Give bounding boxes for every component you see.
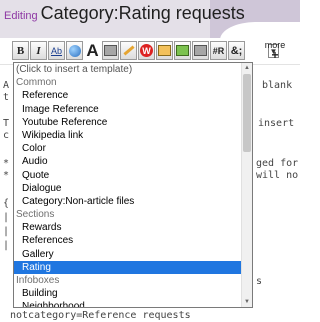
scroll-up-icon[interactable]: ▲ [242,63,252,73]
dropdown-option[interactable]: Rewards [14,221,243,234]
redirect-button[interactable]: #R [210,41,227,60]
dropdown-option[interactable]: References [14,234,243,247]
template-dropdown[interactable]: (Click to insert a template) Common Refere… [13,62,253,308]
text-line: | [3,240,10,251]
text-line: | [3,212,10,223]
scroll-down-icon[interactable]: ▼ [242,297,252,307]
template-list: (Click to insert a template) Common Refere… [14,63,243,307]
option-group-label: Common [16,77,57,89]
text-line: * [3,158,10,169]
text-line: notcategory=Reference requests [10,310,191,321]
text-line: c [3,130,10,141]
dropdown-scrollbar[interactable]: ▲ ▼ [241,63,252,307]
scroll-thumb[interactable] [243,74,251,152]
text-line: | [3,226,10,237]
title-row: Editing Category:Rating requests [4,3,245,31]
page-title: Category:Rating requests [40,3,245,23]
editing-label: Editing [4,10,38,22]
more-button[interactable]: more + [262,40,288,62]
internal-link-button[interactable]: Ab [48,41,65,60]
text-line: { [3,198,10,209]
dropdown-option[interactable]: Youtube Reference [14,116,243,129]
dropdown-option[interactable]: Wikipedia link [14,129,243,142]
plus-icon: + [271,48,279,62]
italic-button[interactable]: I [30,41,47,60]
template-icon [194,45,207,56]
text-line: t [3,92,10,103]
dropdown-option[interactable]: Neighborhood [14,300,243,307]
dropdown-option[interactable]: Color [14,142,243,155]
text-line: ged for [256,158,299,169]
text-line: insert [258,118,295,129]
pen-icon [122,45,135,56]
dropdown-option[interactable]: Dialogue [14,182,243,195]
page-header: Editing Category:Rating requests [0,0,300,40]
toolbar-buttons: B I Ab A W #R &; [12,41,245,61]
dropdown-option[interactable]: Reference [14,89,243,102]
signature-button[interactable] [120,41,137,60]
external-link-button[interactable] [66,41,83,60]
option-group-label: Infoboxes [16,275,60,286]
text-line: s [256,276,263,287]
text-line: * [3,170,10,181]
text-line: will no [256,170,299,181]
heading-button[interactable]: A [84,41,101,60]
text-line: blank [262,80,293,91]
dropdown-option[interactable]: Audio [14,155,243,168]
picture-icon [176,45,189,56]
wikipedia-button[interactable]: W [138,41,155,60]
dropdown-option[interactable]: Image Reference [14,103,243,116]
special-chars-button[interactable]: &; [228,41,245,60]
insert-picture-button[interactable] [174,41,191,60]
image-button[interactable] [102,41,119,60]
image-icon [104,45,117,56]
gallery-icon [158,45,171,56]
dropdown-placeholder[interactable]: (Click to insert a template) [14,63,243,76]
option-group-label: Sections [16,209,55,221]
dropdown-option[interactable]: Building [14,287,243,300]
globe-icon [68,44,81,57]
wikipedia-icon: W [140,44,153,57]
text-line: T [3,118,10,129]
text-line: A [3,80,10,91]
gallery-button[interactable] [156,41,173,60]
dropdown-option[interactable]: Gallery [14,248,243,261]
template-button[interactable] [192,41,209,60]
bold-button[interactable]: B [12,41,29,60]
dropdown-option[interactable]: Quote [14,169,243,182]
dropdown-option[interactable]: Rating [14,260,243,274]
dropdown-option[interactable]: Category:Non-article files [14,195,243,208]
